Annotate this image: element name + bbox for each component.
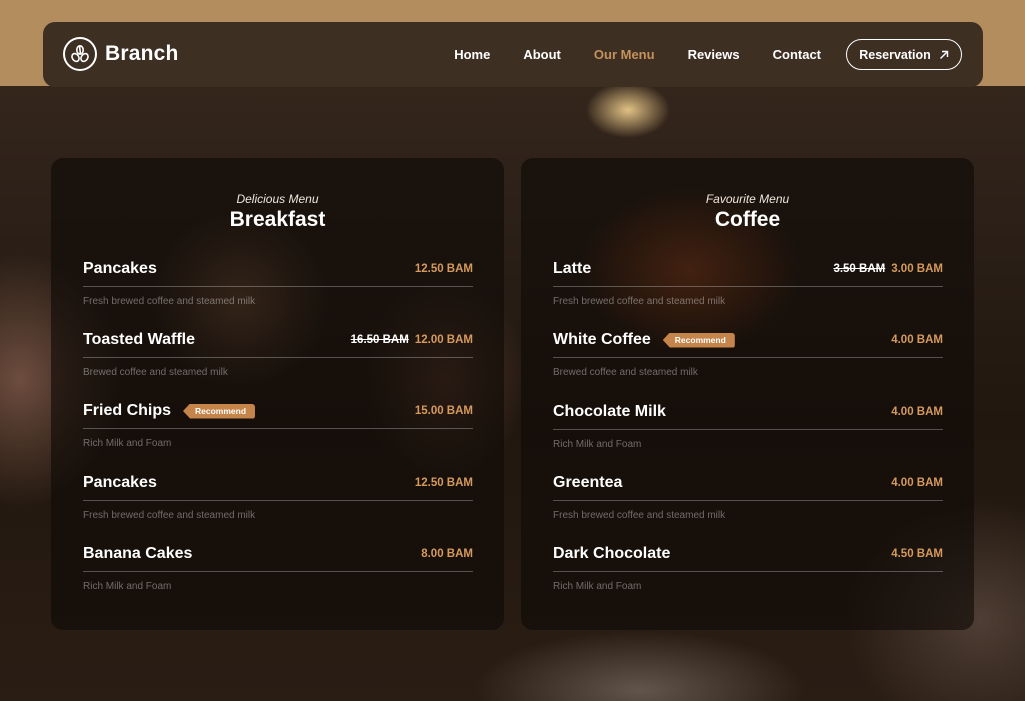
breakfast-menu-panel: Delicious Menu Breakfast Pancakes 12.50 … xyxy=(51,158,504,630)
menu-item[interactable]: Pancakes 12.50 BAM Fresh brewed coffee a… xyxy=(83,258,473,307)
item-divider xyxy=(83,571,473,572)
item-divider xyxy=(553,357,943,358)
item-description: Rich Milk and Foam xyxy=(553,439,642,450)
item-description: Brewed coffee and steamed milk xyxy=(83,367,228,378)
item-price: 3.00 BAM xyxy=(891,263,943,275)
item-price: 12.50 BAM xyxy=(414,477,473,489)
reservation-button[interactable]: Reservation xyxy=(846,39,962,70)
nav-link-contact[interactable]: Contact xyxy=(773,47,821,62)
item-divider xyxy=(83,428,473,429)
item-name: White Coffee xyxy=(553,331,651,348)
item-description: Fresh brewed coffee and steamed milk xyxy=(553,296,726,307)
item-price: 4.00 BAM xyxy=(891,334,943,346)
item-name: Pancakes xyxy=(83,260,157,277)
item-divider xyxy=(83,286,473,287)
item-name: Latte xyxy=(553,260,592,277)
brand[interactable]: Branch xyxy=(63,37,179,71)
item-description: Fresh brewed coffee and steamed milk xyxy=(83,296,256,307)
item-divider xyxy=(553,571,943,572)
item-divider xyxy=(553,429,943,430)
item-old-price: 16.50 BAM xyxy=(350,334,409,346)
nav-link-our-menu[interactable]: Our Menu xyxy=(594,47,655,62)
item-name: Dark Chocolate xyxy=(553,545,671,562)
recommend-badge: Recommend xyxy=(662,332,735,348)
recommend-badge: Recommend xyxy=(183,403,256,419)
item-name: Pancakes xyxy=(83,474,157,491)
nav-link-home[interactable]: Home xyxy=(454,47,490,62)
coffee-menu-panel: Favourite Menu Coffee Latte 3.50 BAM 3.0… xyxy=(521,158,974,630)
item-description: Rich Milk and Foam xyxy=(553,581,642,592)
panel-title: Breakfast xyxy=(229,208,326,231)
menu-item[interactable]: Dark Chocolate 4.50 BAM Rich Milk and Fo… xyxy=(553,543,943,592)
menu-item[interactable]: Greentea 4.00 BAM Fresh brewed coffee an… xyxy=(553,472,943,521)
item-price: 15.00 BAM xyxy=(414,405,473,417)
item-name: Chocolate Milk xyxy=(553,403,666,420)
reservation-label: Reservation xyxy=(859,47,931,62)
item-price: 4.00 BAM xyxy=(891,477,943,489)
menu-item[interactable]: Fried Chips Recommend 15.00 BAM Rich Mil… xyxy=(83,400,473,449)
item-divider xyxy=(83,500,473,501)
item-old-price: 3.50 BAM xyxy=(833,263,886,275)
navbar: Branch Home About Our Menu Reviews Conta… xyxy=(43,22,983,87)
item-description: Rich Milk and Foam xyxy=(83,581,172,592)
menu-item[interactable]: Latte 3.50 BAM 3.00 BAM Fresh brewed cof… xyxy=(553,258,943,307)
panel-title: Coffee xyxy=(714,208,781,231)
nav-link-reviews[interactable]: Reviews xyxy=(688,47,740,62)
menu-item[interactable]: Toasted Waffle 16.50 BAM 12.00 BAM Brewe… xyxy=(83,329,473,378)
menu-item[interactable]: Pancakes 12.50 BAM Fresh brewed coffee a… xyxy=(83,472,473,521)
panel-subtitle: Delicious Menu xyxy=(236,192,319,206)
panel-subtitle: Favourite Menu xyxy=(705,192,790,206)
menu-item[interactable]: White Coffee Recommend 4.00 BAM Brewed c… xyxy=(553,329,943,378)
item-name: Banana Cakes xyxy=(83,545,193,562)
item-divider xyxy=(553,500,943,501)
brand-name: Branch xyxy=(105,42,179,65)
item-name: Greentea xyxy=(553,474,623,491)
item-description: Fresh brewed coffee and steamed milk xyxy=(553,510,726,521)
arrow-up-right-icon xyxy=(939,50,949,60)
item-price: 8.00 BAM xyxy=(421,548,473,560)
item-divider xyxy=(553,286,943,287)
nav-link-about[interactable]: About xyxy=(523,47,561,62)
item-price: 4.00 BAM xyxy=(891,406,943,418)
item-divider xyxy=(83,357,473,358)
item-name: Fried Chips xyxy=(83,402,172,419)
item-description: Fresh brewed coffee and steamed milk xyxy=(83,510,256,521)
menu-item[interactable]: Banana Cakes 8.00 BAM Rich Milk and Foam xyxy=(83,543,473,592)
coffee-beans-icon xyxy=(63,37,97,71)
item-description: Rich Milk and Foam xyxy=(83,438,172,449)
item-price: 12.00 BAM xyxy=(414,334,473,346)
nav-links: Home About Our Menu Reviews Contact xyxy=(421,47,821,62)
menu-item[interactable]: Chocolate Milk 4.00 BAM Rich Milk and Fo… xyxy=(553,401,943,450)
item-name: Toasted Waffle xyxy=(83,331,196,348)
item-description: Brewed coffee and steamed milk xyxy=(553,367,698,378)
item-price: 12.50 BAM xyxy=(414,263,473,275)
item-price: 4.50 BAM xyxy=(891,548,943,560)
